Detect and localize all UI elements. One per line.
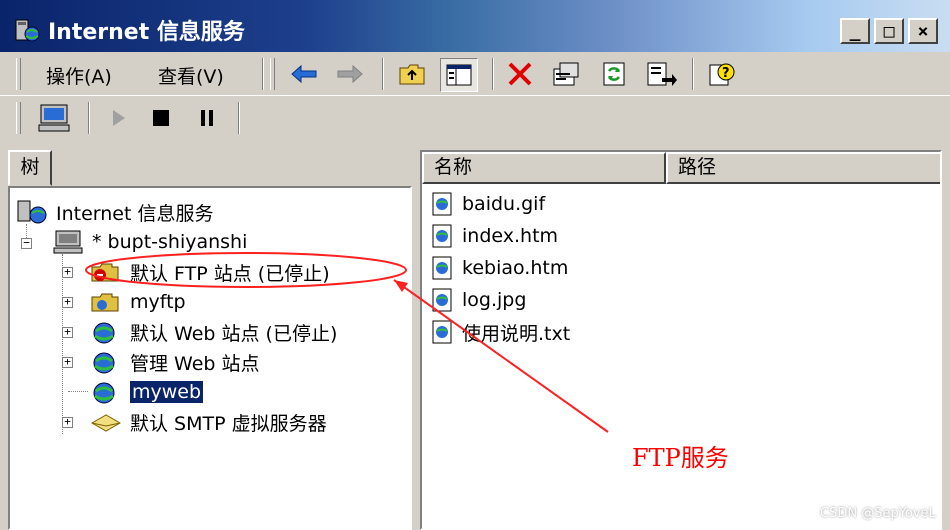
arrow-head xyxy=(394,280,408,292)
annotation-arrow xyxy=(393,279,609,433)
highlight-ellipse xyxy=(85,252,407,288)
watermark: CSDN @SepYoveL xyxy=(820,506,936,521)
annotation-overlay xyxy=(85,252,609,433)
annotation-label: FTP服务 xyxy=(632,444,729,472)
